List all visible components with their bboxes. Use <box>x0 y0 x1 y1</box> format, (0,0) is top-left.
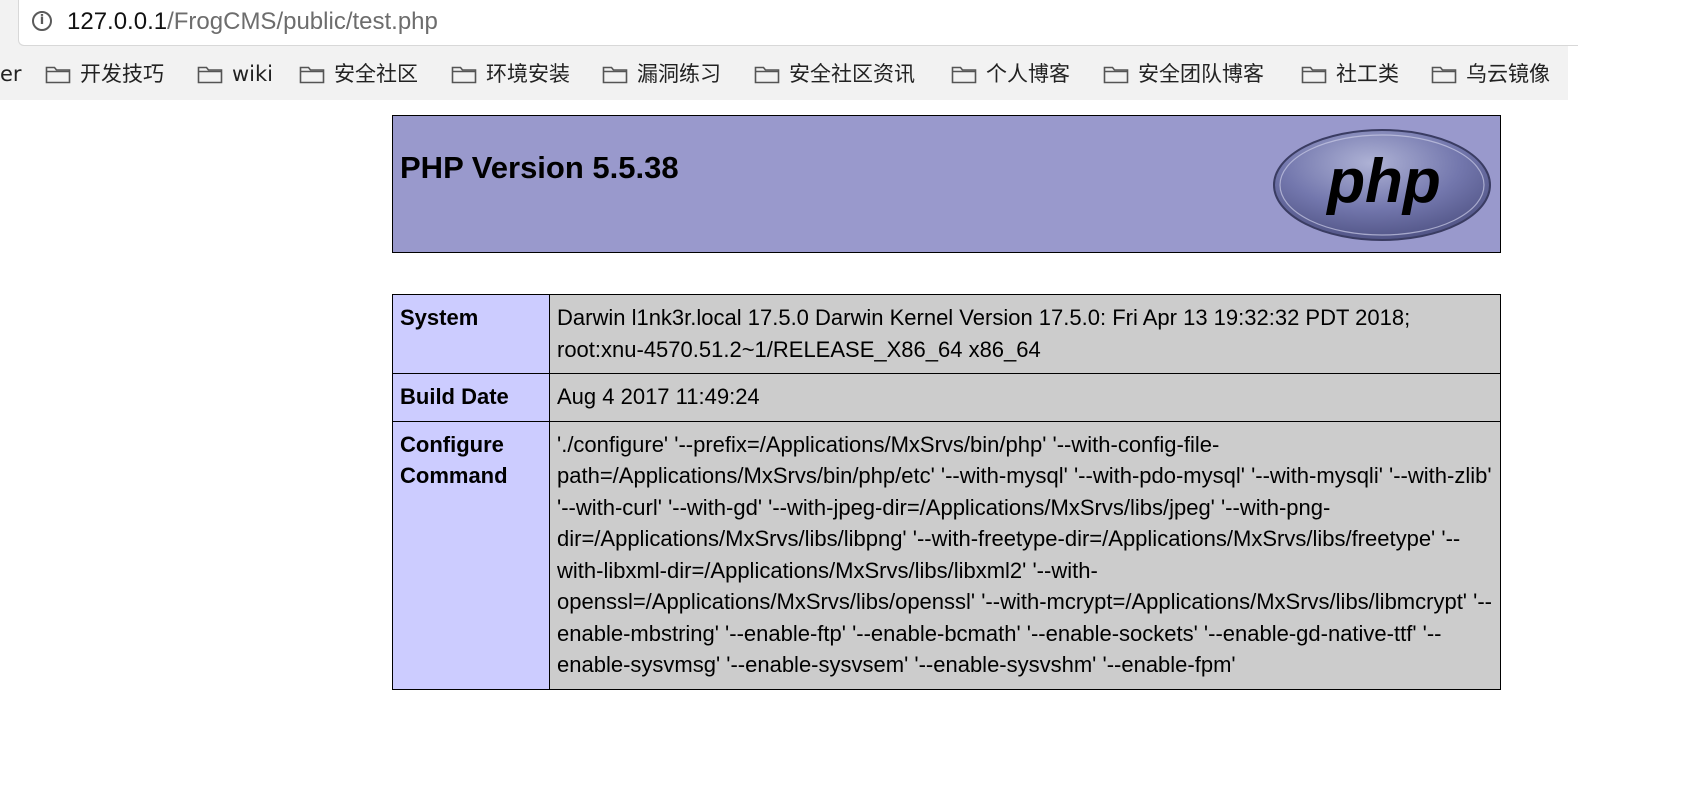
phpinfo-header: PHP Version 5.5.38 php <box>392 115 1501 253</box>
bookmark-label: 社工类 <box>1336 62 1399 86</box>
table-row: Build Date Aug 4 2017 11:49:24 <box>392 373 1501 422</box>
bookmark-folder-env-install[interactable]: 环境安装 <box>451 60 570 88</box>
bookmark-label: 安全社区 <box>334 62 418 86</box>
folder-icon <box>951 64 977 84</box>
url-path: /FrogCMS/public/test.php <box>167 8 438 35</box>
bookmark-label: 乌云镜像 <box>1466 62 1550 86</box>
bookmark-label: 安全社区资讯 <box>789 62 915 86</box>
page-title: PHP Version 5.5.38 <box>400 150 679 185</box>
folder-icon <box>45 64 71 84</box>
bookmark-folder-team-blogs[interactable]: 安全团队博客 <box>1103 60 1264 88</box>
table-row: System Darwin l1nk3r.local 17.5.0 Darwin… <box>392 294 1501 374</box>
phpinfo-table: System Darwin l1nk3r.local 17.5.0 Darwin… <box>392 294 1501 690</box>
bookmarks-bar: er 开发技巧 wiki 安全社区 环境安装 漏洞练习 安全社区资讯 个人博客 <box>0 56 1568 92</box>
address-bar[interactable]: i 127.0.0.1/FrogCMS/public/test.php <box>18 0 1578 46</box>
bookmark-label: 漏洞练习 <box>637 62 721 86</box>
folder-icon <box>1301 64 1327 84</box>
bookmark-label: wiki <box>232 62 274 86</box>
browser-chrome: i 127.0.0.1/FrogCMS/public/test.php er 开… <box>0 0 1578 100</box>
row-key: Build Date <box>392 373 550 422</box>
bookmark-folder-personal-blogs[interactable]: 个人博客 <box>951 60 1070 88</box>
bookmark-label: 安全团队博客 <box>1138 62 1264 86</box>
row-value: Aug 4 2017 11:49:24 <box>549 373 1501 422</box>
folder-icon <box>754 64 780 84</box>
bookmark-label: 开发技巧 <box>80 62 164 86</box>
bookmark-label: 环境安装 <box>486 62 570 86</box>
table-row: Configure Command './configure' '--prefi… <box>392 420 1501 690</box>
bookmark-folder-security-community[interactable]: 安全社区 <box>299 60 418 88</box>
bookmark-folder-vuln-practice[interactable]: 漏洞练习 <box>602 60 721 88</box>
bookmark-truncated[interactable]: er <box>0 60 22 88</box>
row-key: Configure Command <box>392 420 550 690</box>
folder-icon <box>1103 64 1129 84</box>
row-key: System <box>392 294 550 374</box>
bookmark-label: 个人博客 <box>986 62 1070 86</box>
folder-icon <box>197 64 223 84</box>
url-text[interactable]: 127.0.0.1/FrogCMS/public/test.php <box>67 7 438 37</box>
php-logo: php <box>1273 129 1491 241</box>
folder-icon <box>602 64 628 84</box>
bookmark-folder-dev-tips[interactable]: 开发技巧 <box>45 60 164 88</box>
row-value: './configure' '--prefix=/Applications/Mx… <box>549 420 1501 690</box>
bookmark-folder-wooyun-mirror[interactable]: 乌云镜像 <box>1431 60 1550 88</box>
bookmark-folder-security-news[interactable]: 安全社区资讯 <box>754 60 915 88</box>
folder-icon <box>451 64 477 84</box>
site-info-icon[interactable]: i <box>32 11 52 31</box>
folder-icon <box>1431 64 1457 84</box>
folder-icon <box>299 64 325 84</box>
bookmark-folder-social-engineering[interactable]: 社工类 <box>1301 60 1399 88</box>
bookmark-folder-wiki[interactable]: wiki <box>197 60 273 88</box>
url-host: 127.0.0.1 <box>67 8 168 35</box>
php-logo-text: php <box>1325 147 1441 216</box>
row-value: Darwin l1nk3r.local 17.5.0 Darwin Kernel… <box>549 294 1501 374</box>
